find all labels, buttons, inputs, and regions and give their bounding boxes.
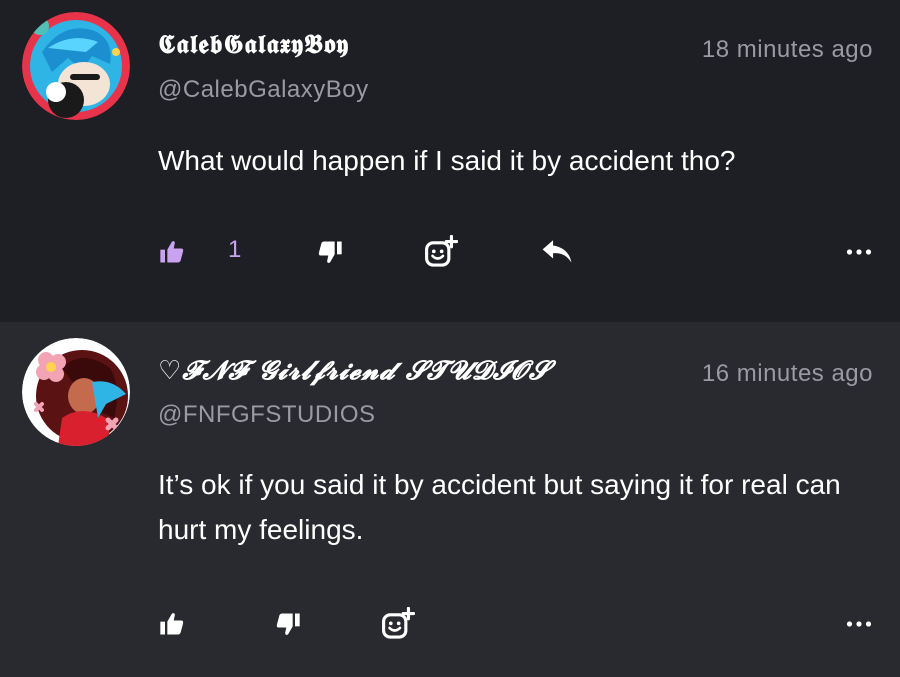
- add-reaction-button[interactable]: [381, 604, 415, 644]
- dislike-button[interactable]: [274, 604, 302, 644]
- avatar-blue-hair-character-icon: [22, 12, 130, 120]
- more-options-button[interactable]: [846, 604, 872, 644]
- more-options-button[interactable]: [846, 232, 872, 272]
- thumbs-up-icon: [160, 241, 184, 263]
- comment-card: 𝕮𝖆𝖑𝖊𝖇𝕲𝖆𝖑𝖆𝖝𝖞𝕭𝖔𝖞 @CalebGalaxyBoy 18 minute…: [0, 0, 900, 322]
- dislike-button[interactable]: [316, 232, 344, 272]
- add-reaction-button[interactable]: [424, 232, 458, 272]
- ellipsis-icon: [846, 621, 872, 627]
- avatar[interactable]: [22, 12, 130, 120]
- display-name[interactable]: ♡𝓕𝓝𝓕 𝓖𝓲𝓻𝓵𝓯𝓻𝓲𝓮𝓷𝓭 𝓢𝓣𝓤𝓓𝓘𝓞𝓢: [158, 356, 653, 387]
- emoji-plus-icon: [425, 235, 458, 267]
- like-button[interactable]: [158, 604, 186, 644]
- like-button[interactable]: [158, 232, 186, 272]
- thumbs-up-icon: [160, 613, 184, 635]
- username-handle[interactable]: @CalebGalaxyBoy: [158, 76, 369, 104]
- timestamp: 18 minutes ago: [701, 36, 873, 63]
- avatar-girlfriend-character-flowers-icon: [22, 338, 130, 446]
- comment-actions: 1: [0, 232, 900, 272]
- comment-text: It’s ok if you said it by accident but s…: [158, 469, 841, 545]
- reply-arrow-icon: [542, 240, 572, 263]
- avatar[interactable]: [22, 338, 130, 446]
- comment-card: ♡𝓕𝓝𝓕 𝓖𝓲𝓻𝓵𝓯𝓻𝓲𝓮𝓷𝓭 𝓢𝓣𝓤𝓓𝓘𝓞𝓢 @FNFGFSTUDIOS 16…: [0, 322, 900, 677]
- comment-actions: [0, 604, 900, 644]
- thumbs-down-icon: [276, 613, 300, 635]
- thumbs-down-icon: [318, 241, 342, 263]
- ellipsis-icon: [846, 249, 872, 255]
- display-name[interactable]: 𝕮𝖆𝖑𝖊𝖇𝕲𝖆𝖑𝖆𝖝𝖞𝕭𝖔𝖞: [158, 30, 349, 61]
- comment-text: What would happen if I said it by accide…: [158, 145, 736, 176]
- reply-button[interactable]: [540, 232, 574, 272]
- timestamp: 16 minutes ago: [701, 360, 873, 387]
- like-count: 1: [228, 236, 242, 263]
- emoji-plus-icon: [382, 607, 415, 639]
- username-handle[interactable]: @FNFGFSTUDIOS: [158, 401, 376, 429]
